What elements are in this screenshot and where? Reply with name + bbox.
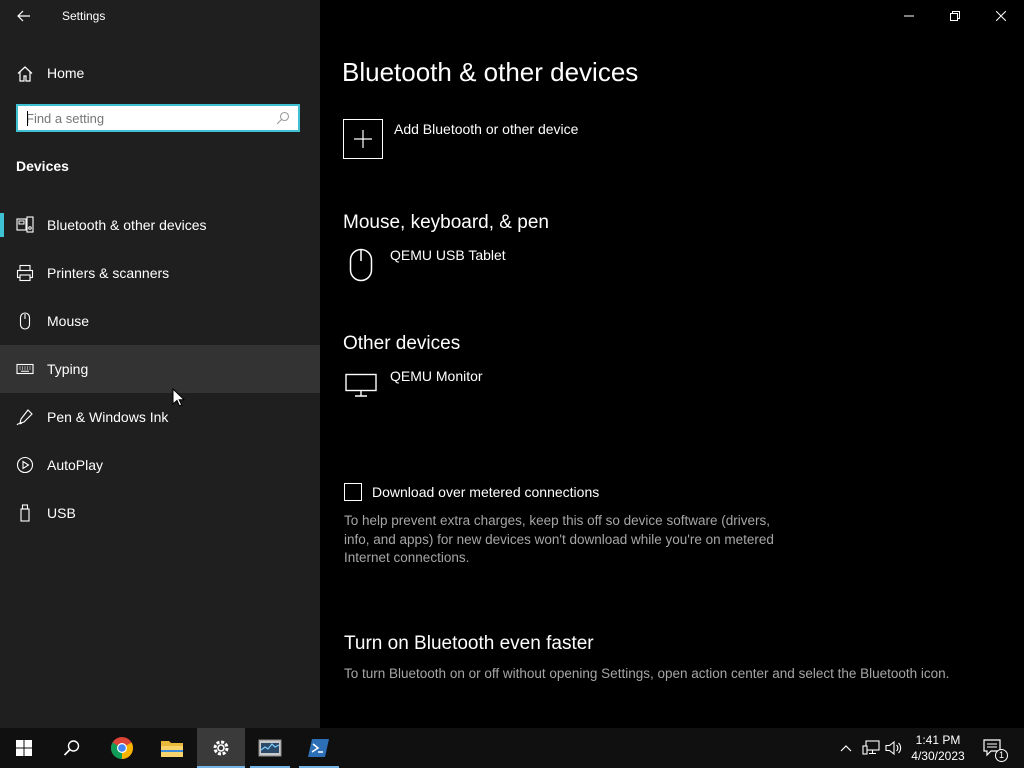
- sidebar-item-autoplay[interactable]: AutoPlay: [0, 441, 320, 489]
- add-device-label[interactable]: Add Bluetooth or other device: [394, 121, 578, 137]
- faster-title: Turn on Bluetooth even faster: [344, 633, 594, 654]
- monitor-icon: [345, 373, 377, 397]
- taskbar-powershell[interactable]: [295, 728, 343, 768]
- text-caret: [27, 111, 28, 126]
- sidebar-home[interactable]: Home: [0, 56, 320, 90]
- group-title-other-devices: Other devices: [343, 333, 461, 354]
- group-title-mouse-keyboard-pen: Mouse, keyboard, & pen: [343, 212, 549, 233]
- sidebar-item-label: Printers & scanners: [47, 265, 170, 281]
- autoplay-icon: [16, 456, 34, 474]
- metered-help-text: To help prevent extra charges, keep this…: [344, 513, 774, 565]
- show-hidden-icons-button[interactable]: [836, 738, 856, 758]
- chrome-icon: [111, 737, 133, 759]
- search-icon: [63, 740, 80, 756]
- restore-button[interactable]: [932, 0, 978, 32]
- faster-text: To turn Bluetooth on or off without open…: [344, 666, 950, 681]
- taskbar-chrome[interactable]: [98, 728, 146, 768]
- taskbar-file-explorer[interactable]: [148, 728, 196, 768]
- metered-checkbox[interactable]: [344, 483, 362, 501]
- clock-date: 4/30/2023: [911, 749, 965, 763]
- volume-button[interactable]: [884, 738, 904, 758]
- bluetooth-devices-icon: [16, 216, 34, 233]
- back-arrow-icon: [17, 10, 30, 22]
- metered-checkbox-label[interactable]: Download over metered connections: [372, 484, 599, 500]
- add-device-button[interactable]: [343, 119, 383, 159]
- usb-icon: [20, 504, 30, 522]
- mouse-icon: [349, 248, 373, 282]
- chevron-up-icon: [840, 745, 852, 752]
- clock[interactable]: 1:41 PM 4/30/2023: [905, 732, 971, 764]
- minimize-icon: [904, 15, 914, 17]
- powershell-icon: [308, 739, 329, 757]
- taskbar-search-button[interactable]: [48, 728, 96, 768]
- minimize-button[interactable]: [886, 0, 932, 32]
- start-button[interactable]: [0, 728, 48, 768]
- home-label: Home: [47, 65, 85, 81]
- page-title: Bluetooth & other devices: [342, 57, 639, 87]
- sidebar-item-label: Pen & Windows Ink: [47, 409, 169, 425]
- plus-icon: [354, 130, 372, 148]
- printer-icon: [16, 264, 34, 282]
- sidebar-item-pen[interactable]: Pen & Windows Ink: [0, 393, 320, 441]
- taskbar-settings[interactable]: [197, 728, 245, 768]
- sidebar-item-label: Bluetooth & other devices: [47, 217, 207, 233]
- taskbar: 1:41 PM 4/30/2023 1: [0, 728, 1024, 768]
- folder-icon: [161, 741, 183, 757]
- restore-icon: [950, 11, 960, 21]
- app-title: Settings: [62, 9, 106, 23]
- device-qemu-usb-tablet[interactable]: QEMU USB Tablet: [390, 247, 506, 263]
- back-button[interactable]: [10, 4, 38, 28]
- gear-icon: [213, 740, 229, 756]
- sidebar-item-label: AutoPlay: [47, 457, 104, 473]
- sidebar: Settings Home Devices Bluetooth & other …: [0, 0, 320, 728]
- main-content: [320, 0, 1024, 728]
- speaker-icon: [885, 740, 902, 756]
- task-manager-icon: [258, 739, 282, 757]
- section-title: Devices: [16, 158, 69, 174]
- sidebar-item-usb[interactable]: USB: [0, 489, 320, 537]
- sidebar-item-label: Typing: [47, 361, 89, 377]
- close-button[interactable]: [978, 0, 1024, 32]
- network-icon: [862, 740, 880, 755]
- sidebar-item-printers[interactable]: Printers & scanners: [0, 249, 320, 297]
- search-icon[interactable]: [276, 111, 290, 125]
- action-center-button[interactable]: 1: [982, 738, 1008, 762]
- network-button[interactable]: [861, 738, 881, 758]
- notification-count: 1: [995, 749, 1008, 762]
- home-icon: [17, 66, 33, 82]
- clock-time: 1:41 PM: [915, 733, 961, 747]
- search-box[interactable]: [16, 104, 300, 132]
- sidebar-item-label: Mouse: [47, 313, 90, 329]
- taskbar-task-manager[interactable]: [246, 728, 294, 768]
- mouse-pointer-icon: [172, 388, 186, 407]
- sidebar-item-bluetooth[interactable]: Bluetooth & other devices: [0, 201, 320, 249]
- windows-logo-icon: [16, 740, 32, 756]
- close-icon: [996, 11, 1006, 21]
- sidebar-item-mouse[interactable]: Mouse: [0, 297, 320, 345]
- keyboard-icon: [16, 363, 34, 375]
- mouse-icon: [19, 312, 31, 330]
- device-qemu-monitor[interactable]: QEMU Monitor: [390, 368, 483, 384]
- sidebar-item-label: USB: [47, 505, 76, 521]
- search-input[interactable]: [26, 109, 266, 127]
- pen-icon: [16, 409, 33, 426]
- sidebar-item-typing[interactable]: Typing: [0, 345, 320, 393]
- selected-indicator: [0, 213, 4, 237]
